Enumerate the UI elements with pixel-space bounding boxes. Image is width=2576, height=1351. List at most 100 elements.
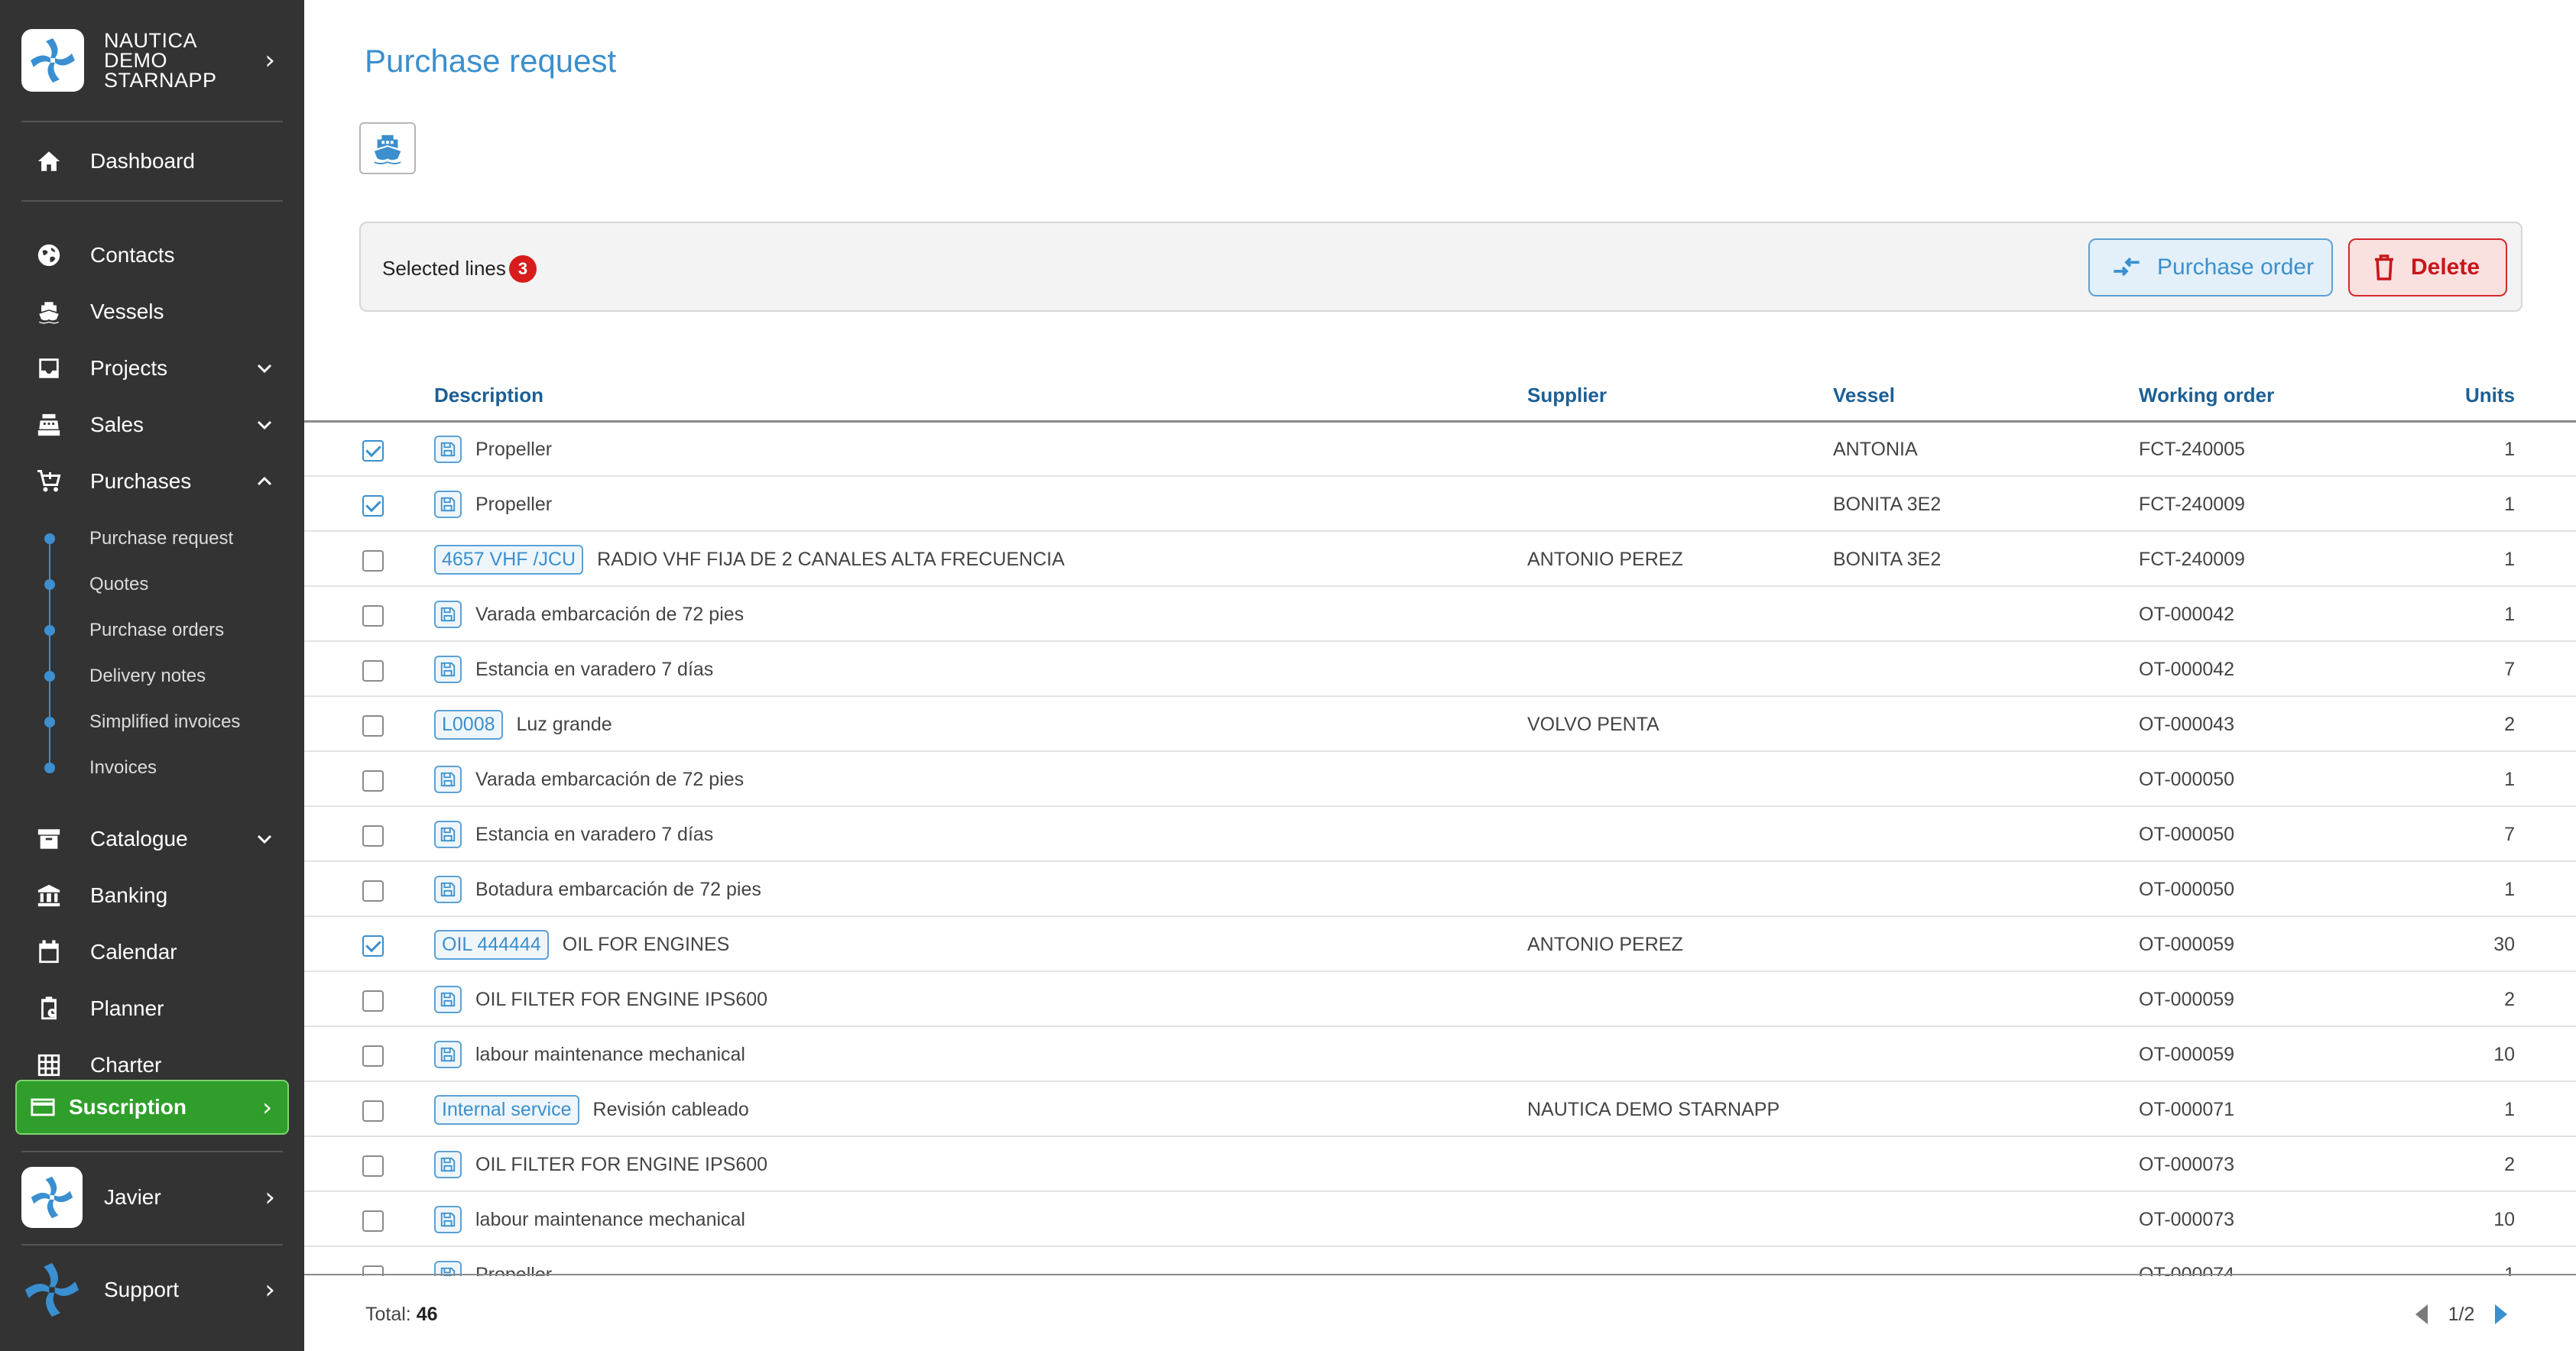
row-checkbox[interactable] (362, 770, 384, 792)
row-checkbox[interactable] (362, 880, 384, 902)
support-link[interactable]: Support › (21, 1259, 289, 1320)
working-order-cell: OT-000059 (2139, 933, 2235, 955)
row-checkbox[interactable] (362, 1210, 384, 1232)
units-cell: 1 (2504, 1263, 2515, 1277)
bullet (44, 533, 55, 544)
table-row[interactable]: OIL FILTER FOR ENGINE IPS600 OT-000073 2 (304, 1137, 2576, 1192)
table-row[interactable]: labour maintenance mechanical OT-000059 10 (304, 1027, 2576, 1082)
product-code-tag[interactable]: OIL 444444 (434, 929, 549, 960)
purchase-order-button[interactable]: Purchase order (2088, 238, 2333, 296)
register-icon (34, 410, 64, 440)
save-icon[interactable] (434, 876, 462, 903)
save-icon[interactable] (434, 656, 462, 683)
save-icon[interactable] (434, 1151, 462, 1178)
grid-icon (34, 1050, 64, 1080)
table-row[interactable]: Botadura embarcación de 72 pies OT-000050… (304, 862, 2576, 917)
nav-catalogue[interactable]: Catalogue (0, 816, 304, 862)
clipboard-icon (34, 993, 64, 1024)
row-checkbox[interactable] (362, 1045, 384, 1067)
nav-label: Dashboard (90, 149, 195, 173)
save-icon[interactable] (434, 766, 462, 793)
selected-count-badge: 3 (509, 255, 537, 283)
save-icon[interactable] (434, 491, 462, 518)
table-row[interactable]: L0008 Luz grande VOLVO PENTA OT-000043 2 (304, 697, 2576, 752)
chevron-right-icon: › (262, 1093, 272, 1122)
row-checkbox[interactable] (362, 550, 384, 572)
suscription-button[interactable]: Suscription › (15, 1080, 289, 1135)
save-icon[interactable] (434, 986, 462, 1013)
table-row[interactable]: Estancia en varadero 7 días OT-000050 7 (304, 807, 2576, 862)
table-row[interactable]: Estancia en varadero 7 días OT-000042 7 (304, 642, 2576, 697)
description-text: Varada embarcación de 72 pies (475, 768, 745, 790)
description-text: labour maintenance mechanical (475, 1208, 745, 1230)
support-logo-icon (24, 1262, 79, 1317)
product-code-tag[interactable]: L0008 (434, 709, 503, 740)
nav-sales[interactable]: Sales (0, 402, 304, 448)
nav-purchases[interactable]: Purchases (0, 458, 304, 504)
row-checkbox[interactable] (362, 715, 384, 737)
sub-quotes[interactable]: Quotes (0, 565, 304, 604)
save-icon[interactable] (434, 821, 462, 848)
organization-switcher[interactable]: NAUTICA DEMO STARNAPP › (21, 26, 289, 95)
working-order-cell: OT-000073 (2139, 1208, 2235, 1230)
next-page-icon[interactable] (2494, 1304, 2507, 1324)
nav-vessels[interactable]: Vessels (0, 289, 304, 335)
save-icon[interactable] (434, 601, 462, 628)
product-code-tag[interactable]: Internal service (434, 1094, 579, 1125)
bullet (44, 717, 55, 727)
save-icon[interactable] (434, 1206, 462, 1233)
delete-button[interactable]: Delete (2348, 238, 2507, 296)
save-icon[interactable] (434, 1041, 462, 1068)
table-row[interactable]: labour maintenance mechanical OT-000073 10 (304, 1192, 2576, 1247)
table-row[interactable]: OIL FILTER FOR ENGINE IPS600 OT-000059 2 (304, 972, 2576, 1027)
table-row[interactable]: Varada embarcación de 72 pies OT-000042 1 (304, 587, 2576, 642)
nav-contacts[interactable]: Contacts (0, 232, 304, 278)
nav-projects[interactable]: Projects (0, 345, 304, 391)
description-cell: Internal service Revisión cableado (434, 1082, 749, 1137)
row-checkbox[interactable] (362, 1155, 384, 1177)
row-checkbox[interactable] (362, 990, 384, 1012)
sub-label: Simplified invoices (89, 711, 241, 732)
sub-simplified-invoices[interactable]: Simplified invoices (0, 703, 304, 741)
table-row[interactable]: Propeller OT-000074 1 (304, 1247, 2576, 1276)
row-checkbox[interactable] (362, 495, 384, 517)
row-checkbox[interactable] (362, 605, 384, 627)
save-icon[interactable] (434, 436, 462, 463)
table-row[interactable]: OIL 444444 OIL FOR ENGINES ANTONIO PEREZ OT… (304, 917, 2576, 972)
sub-purchase-request[interactable]: Purchase request (0, 520, 304, 558)
sub-label: Quotes (89, 574, 149, 595)
nav-banking[interactable]: Banking (0, 873, 304, 918)
description-text: Revisión cableado (592, 1098, 749, 1120)
working-order-cell: OT-000050 (2139, 823, 2235, 845)
nav-dashboard[interactable]: Dashboard (0, 138, 304, 184)
table-body-viewport[interactable]: Propeller ANTONIA FCT-240005 1 Propeller BONI… (304, 367, 2576, 1276)
nav-label: Banking (90, 883, 168, 907)
table-row[interactable]: Internal service Revisión cableado NAUTICA… (304, 1082, 2576, 1137)
row-checkbox[interactable] (362, 440, 384, 462)
table-row[interactable]: Propeller BONITA 3E2 FCT-240009 1 (304, 477, 2576, 532)
table-row[interactable]: Propeller ANTONIA FCT-240005 1 (304, 422, 2576, 477)
sub-purchase-orders[interactable]: Purchase orders (0, 611, 304, 650)
description-cell: Propeller (434, 477, 552, 532)
nav-planner[interactable]: Planner (0, 986, 304, 1032)
table-row[interactable]: Varada embarcación de 72 pies OT-000050 1 (304, 752, 2576, 807)
sub-label: Delivery notes (89, 666, 206, 686)
chevron-up-icon (257, 476, 272, 486)
description-cell: Estancia en varadero 7 días (434, 642, 713, 697)
archive-icon (34, 824, 64, 854)
nav-calendar[interactable]: Calendar (0, 929, 304, 975)
product-code-tag[interactable]: 4657 VHF /JCU (434, 544, 584, 575)
description-cell: Propeller (434, 1247, 552, 1276)
sub-invoices[interactable]: Invoices (0, 749, 304, 787)
row-checkbox[interactable] (362, 825, 384, 847)
row-checkbox[interactable] (362, 660, 384, 682)
row-checkbox[interactable] (362, 1100, 384, 1122)
nav-label: Catalogue (90, 827, 188, 850)
user-menu[interactable]: Javier › (21, 1165, 289, 1230)
table-row[interactable]: 4657 VHF /JCU RADIO VHF FIJA DE 2 CANALES… (304, 532, 2576, 587)
row-checkbox[interactable] (362, 935, 384, 957)
sub-delivery-notes[interactable]: Delivery notes (0, 657, 304, 695)
vessel-filter-button[interactable] (359, 122, 416, 174)
previous-page-icon[interactable] (2415, 1304, 2428, 1324)
chevron-right-icon: › (264, 1275, 275, 1305)
